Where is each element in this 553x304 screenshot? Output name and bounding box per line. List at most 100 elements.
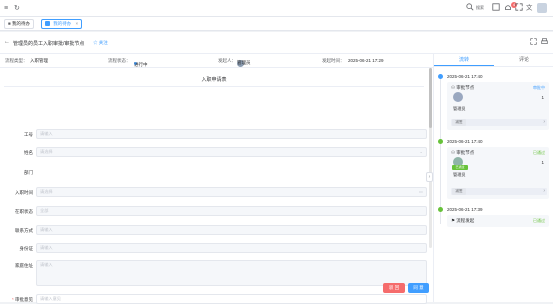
timeline-time: 2025-06-21 17:39 (447, 207, 483, 212)
sub-label: 减签 (452, 119, 466, 126)
opinion-label-text: 审批意见 (15, 297, 33, 302)
page-header: ← 管理员的员工入职审批/审批节点 ☆ 关注 (0, 32, 553, 54)
timeline-card: ⚇ 审批节点 审批中 管理员 1 减签 › (447, 82, 549, 130)
placeholder: 全部 (40, 208, 49, 213)
print-icon[interactable] (541, 38, 548, 47)
timeline-dot (438, 207, 443, 212)
flow-type-value: 入职管理 (30, 58, 48, 63)
status-badge: 已通过 (533, 218, 545, 223)
scrollbar-thumb[interactable] (429, 68, 432, 128)
contact-input[interactable]: 请输入 (36, 225, 427, 235)
field-label-address: 家庭住址 (15, 263, 33, 268)
timeline-time: 2025-06-21 17:40 (447, 139, 483, 144)
timeline-card: ⚑ 流程发起 已通过 (447, 215, 549, 227)
timeline-line (440, 74, 441, 224)
timeline-dot (438, 74, 443, 79)
flow-panel: 流转 评论 2025-06-21 17:40 ⚇ 审批节点 审批中 管理员 1 … (433, 54, 553, 302)
menu-icon[interactable]: ≡ (4, 4, 8, 13)
back-icon[interactable]: ← (4, 39, 10, 45)
initiator-label: 发起人： (218, 58, 236, 63)
placeholder: 请选择 (40, 149, 53, 154)
field-label-name: 姓名 (24, 150, 33, 155)
fullscreen-icon[interactable] (492, 3, 500, 14)
divider (434, 66, 553, 67)
tab-bar: ■ 我的待办 我的待办 × (0, 17, 553, 31)
divider (4, 86, 424, 87)
user-avatar[interactable] (537, 3, 547, 13)
form-title: 入职申请表 (201, 77, 227, 83)
collapse-panel-button[interactable]: › (426, 172, 433, 182)
start-time-label: 发起时间： (322, 58, 345, 63)
start-time-value: 2025-06-21 17:29 (348, 58, 384, 63)
count: 1 (541, 95, 544, 100)
node-name: ⚇ 审批节点 (451, 85, 474, 91)
tab-todo-active[interactable]: 我的待办 × (41, 19, 83, 29)
search-label[interactable]: 搜索 (476, 5, 484, 11)
reject-button[interactable]: 驳 回 (383, 283, 405, 293)
chevron-right-icon: › (543, 119, 545, 125)
top-bar: ≡ ↻ 搜索 4 文 (0, 0, 553, 17)
tab-label: 我的待办 (53, 21, 72, 26)
fullscreen-icon[interactable] (530, 38, 537, 47)
opinion-input[interactable]: 请输入意见 (36, 294, 427, 304)
person-name: 管理员 (453, 106, 466, 111)
tab-dot-icon (45, 21, 50, 27)
tab-todo[interactable]: ■ 我的待办 (4, 19, 34, 29)
field-label-id-card: 身份证 (19, 246, 34, 251)
id-card-input[interactable]: 请输入 (36, 243, 427, 253)
sub-label: 减签 (452, 188, 466, 195)
flow-status-label: 流程状态： (108, 58, 131, 63)
field-label-status: 在职状态 (15, 209, 33, 214)
placeholder: 请选择 (40, 189, 53, 194)
chevron-right-icon: › (543, 188, 545, 194)
tab-comments[interactable]: 评论 (494, 54, 553, 66)
node-label: 审批节点 (456, 85, 475, 90)
home-icon: ■ (8, 21, 11, 26)
application-form: 入职申请表 工号 请输入 姓名 请选择 ⌄ 部门 入职时间 请选择 ▭ 在职状态 全… (0, 68, 428, 304)
placeholder: 请输入意见 (40, 296, 61, 301)
field-label-entry-date: 入职时间 (15, 190, 33, 195)
placeholder: 请输入 (40, 262, 53, 267)
address-textarea[interactable]: 请输入 (36, 260, 427, 286)
tab-flow[interactable]: 流转 (434, 54, 494, 66)
node-label: 流程发起 (456, 218, 475, 223)
entry-date-picker[interactable]: 请选择 ▭ (36, 187, 427, 197)
close-icon[interactable]: × (76, 21, 79, 26)
node-name: ⚑ 流程发起 (451, 218, 474, 224)
status-badge: 审批中 (533, 85, 545, 90)
placeholder: 请输入 (40, 227, 53, 232)
field-label-department: 部门 (24, 170, 33, 175)
translate-icon[interactable]: 文 (526, 2, 534, 14)
expand-icon[interactable] (515, 3, 523, 14)
flow-type-label: 流程类型： (5, 58, 28, 63)
timeline-dot (438, 139, 443, 144)
initiator-value: 管理员 (237, 60, 251, 65)
field-label-employee-id: 工号 (24, 132, 33, 137)
chevron-down-icon: ⌄ (419, 149, 423, 154)
search-icon[interactable] (466, 3, 474, 14)
node-label: 审批节点 (456, 150, 475, 155)
person-name: 管理员 (453, 172, 466, 177)
placeholder: 请输入 (40, 245, 53, 250)
tab-label: 我的待办 (11, 21, 30, 26)
node-name: ⚇ 审批节点 (451, 150, 474, 156)
refresh-icon[interactable]: ↻ (14, 4, 20, 13)
sub-row[interactable]: 减签 › (451, 188, 547, 195)
status-select[interactable]: 全部 (36, 206, 427, 216)
scrollbar[interactable] (429, 68, 432, 248)
placeholder: 请输入 (40, 131, 53, 136)
timeline-card: ⚇ 审批节点 已通过 已通过 管理员 1 减签 › (447, 147, 549, 199)
field-label-contact: 联系方式 (15, 228, 33, 233)
follow-button[interactable]: ☆ 关注 (93, 40, 108, 46)
svg-text:文: 文 (526, 3, 533, 11)
calendar-icon: ▭ (419, 189, 423, 194)
timeline-time: 2025-06-21 17:40 (447, 74, 483, 79)
process-info: 流程类型： 入职管理 流程状态： 进行中 发起人： 管理员 发起时间： 2025… (0, 54, 433, 68)
name-select[interactable]: 请选择 ⌄ (36, 147, 427, 157)
page-title: 管理员的员工入职审批/审批节点 (13, 41, 85, 47)
sub-row[interactable]: 减签 › (451, 119, 547, 126)
approve-button[interactable]: 同 意 (408, 283, 429, 293)
field-label-opinion: * 审批意见 (0, 297, 33, 303)
employee-id-input[interactable]: 请输入 (36, 129, 427, 139)
main-content: ← 管理员的员工入职审批/审批节点 ☆ 关注 流程类型： 入职管理 流程状态： … (0, 32, 553, 304)
